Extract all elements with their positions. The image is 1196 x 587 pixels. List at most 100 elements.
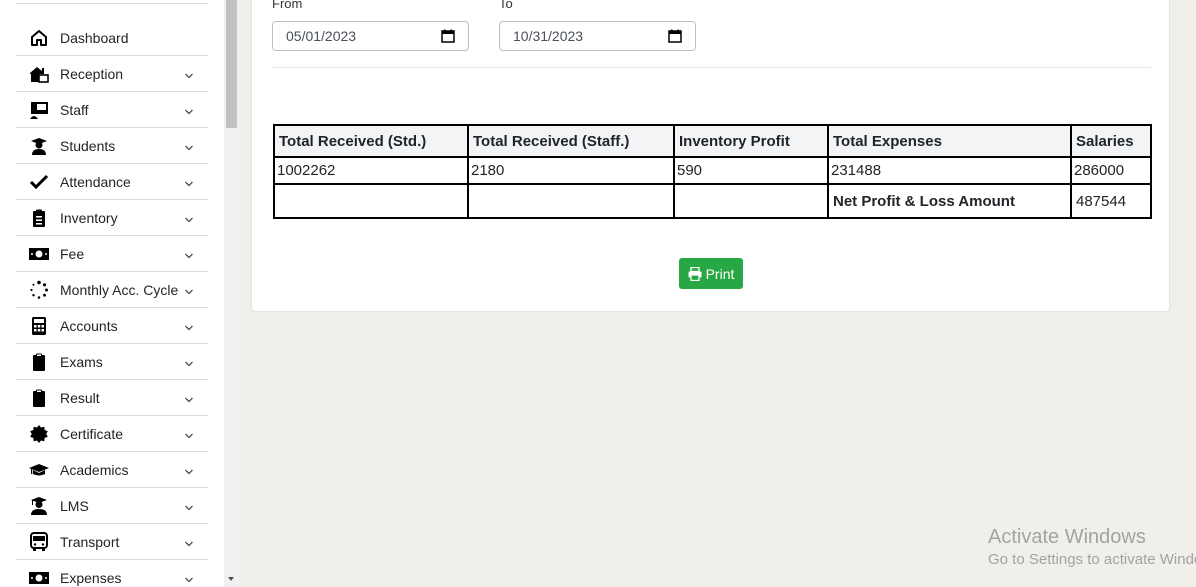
table-header-row: Total Received (Std.) Total Received (St… [273, 124, 1152, 158]
to-date-value: 10/31/2023 [513, 28, 584, 44]
graduate-icon [29, 496, 49, 516]
sidebar-item-label: Exams [60, 353, 103, 370]
activate-windows-title: Activate Windows [988, 526, 1146, 548]
sidebar-item-academics[interactable]: Academics [16, 452, 208, 488]
column-header: Total Received (Std.) [273, 124, 469, 158]
sidebar-item-result[interactable]: Result [16, 380, 208, 416]
table-cell: 2180 [467, 156, 675, 185]
sidebar-item-label: Accounts [60, 317, 118, 334]
print-button-label: Print [705, 265, 735, 282]
sidebar-item-label: Transport [60, 533, 120, 550]
chevron-down-icon[interactable] [184, 212, 194, 222]
chevron-down-icon[interactable] [184, 464, 194, 474]
staff-icon [29, 100, 49, 120]
chevron-down-icon[interactable] [184, 500, 194, 510]
from-date-input[interactable]: 05/01/2023 [272, 21, 469, 51]
profit-loss-table: Total Received (Std.) Total Received (St… [273, 124, 1152, 219]
from-label: From [272, 0, 303, 11]
column-header: Total Received (Staff.) [467, 124, 675, 158]
table-cell: 590 [673, 156, 829, 185]
chevron-down-icon[interactable] [184, 68, 194, 78]
column-header: Total Expenses [827, 124, 1072, 158]
sidebar-item-label: LMS [60, 497, 89, 514]
sidebar-item-reception[interactable]: Reception [16, 56, 208, 92]
net-profit-loss-value: 487544 [1070, 183, 1152, 219]
sidebar-menu: Dashboard Reception Staff Students Atten… [16, 20, 208, 587]
column-header: Inventory Profit [673, 124, 829, 158]
reception-icon [29, 64, 49, 84]
chevron-down-icon[interactable] [184, 140, 194, 150]
sidebar-item-label: Reception [60, 65, 124, 82]
to-date-input[interactable]: 10/31/2023 [499, 21, 696, 51]
chevron-down-icon[interactable] [184, 572, 194, 582]
sidebar-item-label: Dashboard [60, 29, 129, 46]
sidebar-item-label: Inventory [60, 209, 118, 226]
sidebar-item-label: Staff [60, 101, 89, 118]
chevron-down-icon[interactable] [184, 428, 194, 438]
chevron-down-icon[interactable] [184, 392, 194, 402]
sidebar-item-attendance[interactable]: Attendance [16, 164, 208, 200]
sidebar-item-students[interactable]: Students [16, 128, 208, 164]
sidebar-item-label: Result [60, 389, 100, 406]
sidebar-item-label: Expenses [60, 569, 122, 586]
activate-windows-subtitle: Go to Settings to activate Windows. [988, 551, 1196, 568]
table-cell [273, 183, 469, 219]
column-header: Salaries [1070, 124, 1152, 158]
table-cell: 231488 [827, 156, 1072, 185]
sidebar-item-accounts[interactable]: Accounts [16, 308, 208, 344]
chevron-down-icon[interactable] [184, 104, 194, 114]
sidebar-item-exams[interactable]: Exams [16, 344, 208, 380]
sidebar-item-dashboard[interactable]: Dashboard [16, 20, 208, 56]
sidebar-divider [16, 3, 208, 4]
sidebar-item-lms[interactable]: LMS [16, 488, 208, 524]
scrollbar-thumb[interactable] [226, 0, 237, 128]
sidebar-item-label: Certificate [60, 425, 124, 442]
spinner-icon [29, 280, 49, 300]
print-icon [688, 266, 702, 281]
table-cell [467, 183, 675, 219]
chevron-down-icon[interactable] [184, 248, 194, 258]
sidebar-scrollbar[interactable] [224, 0, 239, 587]
sidebar-item-label: Students [60, 137, 116, 154]
scroll-down-arrow-icon[interactable] [228, 577, 234, 581]
student-icon [29, 136, 49, 156]
calendar-icon[interactable] [441, 29, 455, 43]
sidebar: Dashboard Reception Staff Students Atten… [0, 0, 224, 587]
chevron-down-icon[interactable] [184, 536, 194, 546]
sidebar-item-monthly-acc-cycle[interactable]: Monthly Acc. Cycle [16, 272, 208, 308]
chevron-down-icon[interactable] [184, 320, 194, 330]
calendar-icon[interactable] [668, 29, 682, 43]
money-bill-icon [29, 568, 49, 587]
money-bill-icon [29, 244, 49, 264]
chevron-down-icon[interactable] [184, 284, 194, 294]
calculator-icon [29, 316, 49, 336]
home-icon [29, 28, 49, 48]
table-row: 1002262 2180 590 231488 286000 [273, 156, 1152, 185]
to-label: To [499, 0, 513, 11]
clipboard-icon [29, 388, 49, 408]
clipboard-list-icon [29, 208, 49, 228]
print-button[interactable]: Print [679, 258, 743, 289]
check-icon [29, 172, 49, 192]
bus-icon [29, 531, 49, 552]
sidebar-item-inventory[interactable]: Inventory [16, 200, 208, 236]
sidebar-item-staff[interactable]: Staff [16, 92, 208, 128]
chevron-down-icon[interactable] [184, 176, 194, 186]
table-cell: 286000 [1070, 156, 1152, 185]
from-date-value: 05/01/2023 [286, 28, 357, 44]
sidebar-item-certificate[interactable]: Certificate [16, 416, 208, 452]
sidebar-item-label: Attendance [60, 173, 131, 190]
report-card: From To 05/01/2023 10/31/2023 Total Rece… [251, 0, 1170, 312]
sidebar-item-label: Fee [60, 245, 85, 262]
net-profit-loss-label: Net Profit & Loss Amount [827, 183, 1072, 219]
sidebar-item-label: Academics [60, 461, 129, 478]
table-cell [673, 183, 829, 219]
sidebar-item-fee[interactable]: Fee [16, 236, 208, 272]
table-row: Net Profit & Loss Amount 487544 [273, 183, 1152, 219]
chevron-down-icon[interactable] [184, 356, 194, 366]
section-divider [272, 67, 1151, 68]
table-cell: 1002262 [273, 156, 469, 185]
sidebar-item-transport[interactable]: Transport [16, 524, 208, 560]
sidebar-item-expenses[interactable]: Expenses [16, 560, 208, 587]
certificate-icon [29, 424, 49, 444]
